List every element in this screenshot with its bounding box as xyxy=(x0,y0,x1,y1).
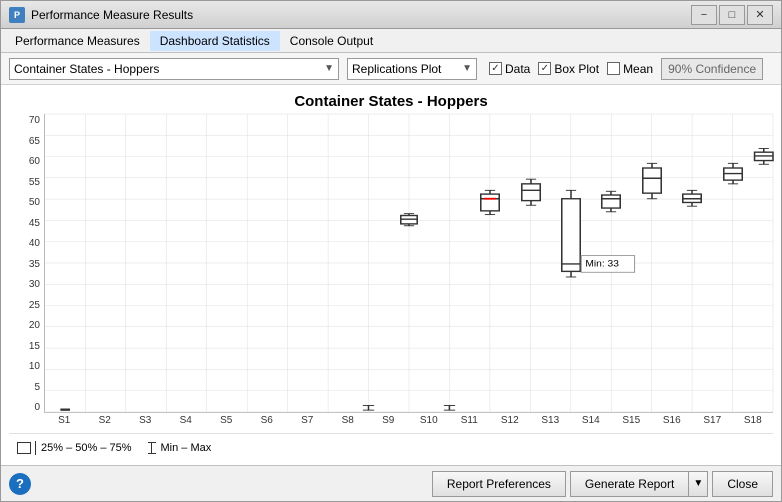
container-states-value: Container States - Hoppers xyxy=(14,62,159,76)
x-label-s10: S10 xyxy=(409,415,450,426)
x-label-s3: S3 xyxy=(125,415,166,426)
menu-performance-measures[interactable]: Performance Measures xyxy=(5,31,150,51)
x-label-s11: S11 xyxy=(449,415,490,426)
y-label-70: 70 xyxy=(29,116,40,126)
y-label-15: 15 xyxy=(29,342,40,352)
generate-report-button[interactable]: Generate Report xyxy=(570,471,688,497)
data-checkbox-label: Data xyxy=(505,62,530,76)
close-dialog-button[interactable]: Close xyxy=(712,471,773,497)
bottom-bar: ? Report Preferences Generate Report ▼ C… xyxy=(1,465,781,501)
mean-checkbox[interactable]: Mean xyxy=(607,62,653,76)
box-plot-checkbox-label: Box Plot xyxy=(554,62,599,76)
x-label-s4: S4 xyxy=(166,415,207,426)
y-label-25: 25 xyxy=(29,301,40,311)
x-label-s17: S17 xyxy=(692,415,733,426)
close-button[interactable]: ✕ xyxy=(747,5,773,25)
data-checkbox-box: ✓ xyxy=(489,62,502,75)
y-label-5: 5 xyxy=(34,383,40,393)
dropdown-arrow-icon: ▼ xyxy=(324,63,334,74)
bottom-left: ? xyxy=(9,473,31,495)
x-label-s13: S13 xyxy=(530,415,571,426)
y-label-50: 50 xyxy=(29,198,40,208)
x-label-s8: S8 xyxy=(328,415,369,426)
title-bar-left: P Performance Measure Results xyxy=(9,7,193,23)
legend-minmax-symbol xyxy=(148,442,156,454)
chart-svg: Min: 33 xyxy=(45,114,773,412)
legend-box-label: 25% – 50% – 75% xyxy=(41,442,132,454)
confidence-box: 90% Confidence xyxy=(661,58,763,80)
bottom-right: Report Preferences Generate Report ▼ Clo… xyxy=(432,471,773,497)
menu-console-output[interactable]: Console Output xyxy=(280,31,383,51)
generate-report-arrow-button[interactable]: ▼ xyxy=(688,471,708,497)
title-controls: − □ ✕ xyxy=(691,5,773,25)
chart-title: Container States - Hoppers xyxy=(9,93,773,110)
plot-area: Min: 33 xyxy=(44,114,773,413)
legend-area: 25% – 50% – 75% Min – Max xyxy=(9,433,773,461)
x-label-s2: S2 xyxy=(85,415,126,426)
box-plot-checkbox-box: ✓ xyxy=(538,62,551,75)
plot-type-dropdown[interactable]: Replications Plot ▼ xyxy=(347,58,477,80)
y-label-45: 45 xyxy=(29,219,40,229)
y-label-40: 40 xyxy=(29,239,40,249)
chart-container: 70 65 60 55 50 45 40 35 30 25 20 15 10 5… xyxy=(9,114,773,433)
y-label-20: 20 xyxy=(29,321,40,331)
x-label-s9: S9 xyxy=(368,415,409,426)
y-label-60: 60 xyxy=(29,157,40,167)
dropdown-arrow-icon: ▼ xyxy=(693,478,703,489)
menu-dashboard-statistics[interactable]: Dashboard Statistics xyxy=(150,31,280,51)
generate-report-group: Generate Report ▼ xyxy=(570,471,708,497)
x-label-s18: S18 xyxy=(733,415,774,426)
mean-checkbox-label: Mean xyxy=(623,62,653,76)
help-button[interactable]: ? xyxy=(9,473,31,495)
minimize-button[interactable]: − xyxy=(691,5,717,25)
checkboxes-group: ✓ Data ✓ Box Plot Mean xyxy=(489,62,653,76)
main-window: P Performance Measure Results − □ ✕ Perf… xyxy=(0,0,782,502)
plot-dropdown-arrow-icon: ▼ xyxy=(462,63,472,74)
x-label-s6: S6 xyxy=(247,415,288,426)
toolbar: Container States - Hoppers ▼ Replication… xyxy=(1,53,781,85)
x-label-s15: S15 xyxy=(611,415,652,426)
chart-inner: Min: 33 xyxy=(44,114,773,433)
x-label-s16: S16 xyxy=(652,415,693,426)
maximize-button[interactable]: □ xyxy=(719,5,745,25)
x-label-s14: S14 xyxy=(571,415,612,426)
mean-checkbox-box xyxy=(607,62,620,75)
legend-minmax-label: Min – Max xyxy=(161,442,212,454)
x-label-s1: S1 xyxy=(44,415,85,426)
y-label-65: 65 xyxy=(29,137,40,147)
y-label-55: 55 xyxy=(29,178,40,188)
window-title: Performance Measure Results xyxy=(31,8,193,22)
data-checkbox[interactable]: ✓ Data xyxy=(489,62,530,76)
svg-text:Min: 33: Min: 33 xyxy=(585,259,619,269)
y-label-35: 35 xyxy=(29,260,40,270)
x-label-s5: S5 xyxy=(206,415,247,426)
legend-minmax-item: Min – Max xyxy=(148,442,212,454)
y-axis: 70 65 60 55 50 45 40 35 30 25 20 15 10 5… xyxy=(9,114,44,433)
y-label-10: 10 xyxy=(29,362,40,372)
legend-box-symbol xyxy=(17,441,36,455)
y-label-30: 30 xyxy=(29,280,40,290)
plot-type-value: Replications Plot xyxy=(352,62,441,76)
confidence-label: 90% Confidence xyxy=(668,62,756,76)
title-bar: P Performance Measure Results − □ ✕ xyxy=(1,1,781,29)
y-label-0: 0 xyxy=(34,403,40,413)
app-icon: P xyxy=(9,7,25,23)
x-label-s12: S12 xyxy=(490,415,531,426)
menu-bar: Performance Measures Dashboard Statistic… xyxy=(1,29,781,53)
x-axis: S1 S2 S3 S4 S5 S6 S7 S8 S9 S10 S11 S12 S… xyxy=(44,413,773,433)
chart-area: Container States - Hoppers 70 65 60 55 5… xyxy=(1,85,781,465)
x-label-s7: S7 xyxy=(287,415,328,426)
report-preferences-button[interactable]: Report Preferences xyxy=(432,471,566,497)
box-plot-checkbox[interactable]: ✓ Box Plot xyxy=(538,62,599,76)
legend-box-item: 25% – 50% – 75% xyxy=(17,441,132,455)
container-states-dropdown[interactable]: Container States - Hoppers ▼ xyxy=(9,58,339,80)
